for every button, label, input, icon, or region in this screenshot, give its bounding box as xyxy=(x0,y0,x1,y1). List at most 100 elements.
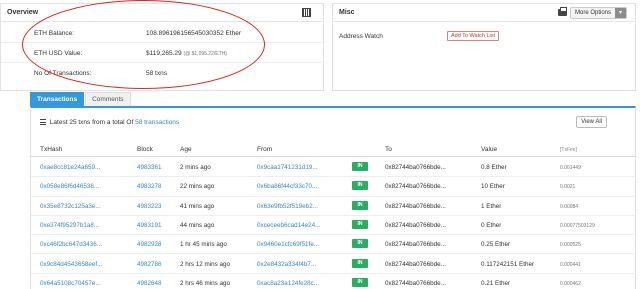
eth-usd-label: ETH USD Value: xyxy=(34,49,83,57)
direction-badge: IN xyxy=(352,200,368,210)
direction-badge: IN xyxy=(352,181,368,191)
age-cell: 2 hrs 46 mins ago xyxy=(180,279,231,287)
table-header: TxHash Block Age From To Value [TxFee] xyxy=(31,141,635,157)
col-txhash: TxHash xyxy=(40,146,63,153)
view-all-button[interactable]: View All xyxy=(576,116,607,128)
table-row: 0xae8cc81e24a659... 4983361 2 mins ago 0x9c… xyxy=(31,158,635,178)
eth-usd-rate: (@ $1,095.22/ETH) xyxy=(183,50,227,57)
txhash-link[interactable]: 0x64a5108c70457e... xyxy=(40,280,101,287)
age-cell: 44 mins ago xyxy=(180,221,215,229)
age-cell: 41 mins ago xyxy=(180,202,215,210)
txfee-cell: 0.000441 xyxy=(560,261,581,268)
value-cell: 0.117242151 Ether xyxy=(481,260,535,268)
block-link[interactable]: 4982928 xyxy=(137,241,162,248)
block-link[interactable]: 4983278 xyxy=(137,183,162,190)
direction-badge: IN xyxy=(352,277,368,287)
tx-count-row: No Of Transactions: 58 txns xyxy=(1,64,323,83)
from-address-link[interactable]: 0x9460e1cfc69f51fe... xyxy=(257,241,319,248)
table-row: 0xe374f95297b1a8... 4983191 44 mins ago 0xc… xyxy=(31,216,635,236)
from-address-link[interactable]: 0xceceeb6cad14e24... xyxy=(257,222,320,229)
txhash-link[interactable]: 0xe374f95297b1a8... xyxy=(40,222,99,229)
overview-panel: Overview ETH Balance: 108.89619615654503… xyxy=(0,3,324,91)
transactions-panel: Latest 25 txns from a total Of 58 transa… xyxy=(30,106,636,289)
to-address-cell: 0x82744ba0766bde... xyxy=(385,202,446,210)
from-address-link[interactable]: 0x9caa1741231d19... xyxy=(257,164,318,171)
block-link[interactable]: 4982648 xyxy=(137,280,162,287)
txhash-link[interactable]: 0xc46f2bc647d3436... xyxy=(40,241,102,248)
from-address-link[interactable]: 0x6ba86f44cf33c70... xyxy=(257,183,317,190)
value-cell: 10 Ether xyxy=(481,183,505,191)
address-watch-row: Address Watch Add To Watch List xyxy=(333,28,635,44)
misc-title: Misc xyxy=(339,9,355,16)
total-transactions-link[interactable]: 58 transactions xyxy=(135,119,179,126)
direction-badge: IN xyxy=(352,239,368,249)
summary-prefix: Latest 25 txns from a total Of xyxy=(49,119,134,126)
col-from: From xyxy=(257,146,273,153)
txfee-cell: 0.0021 xyxy=(560,184,576,191)
address-watch-label: Address Watch xyxy=(339,32,383,40)
block-link[interactable]: 4983223 xyxy=(137,203,162,210)
col-txfee: [TxFee] xyxy=(560,147,577,153)
chevron-down-icon: ▾ xyxy=(615,8,626,18)
age-cell: 22 mins ago xyxy=(180,183,215,191)
direction-badge: IN xyxy=(352,162,368,171)
to-address-cell: 0x82744ba0766bde... xyxy=(385,183,446,191)
tx-count-value: 58 txns xyxy=(146,70,167,77)
age-cell: 2 mins ago xyxy=(180,164,211,171)
overview-title: Overview xyxy=(7,9,39,16)
eth-balance-value: 108.896196156545030352 Ether xyxy=(146,29,242,37)
tab-bar: Transactions Comments xyxy=(30,92,132,106)
tab-transactions[interactable]: Transactions xyxy=(30,92,85,106)
txhash-link[interactable]: 0xae8cc81e24a659... xyxy=(40,164,100,171)
txfee-cell: 0.000462 xyxy=(560,280,581,287)
block-link[interactable]: 4983361 xyxy=(137,164,162,171)
from-address-link[interactable]: 0xac8a23a124fe28c... xyxy=(257,280,319,287)
txhash-link[interactable]: 0x9c84d4543658eef... xyxy=(40,261,102,268)
from-address-link[interactable]: 0x2e8432a334f4b7... xyxy=(257,261,316,268)
table-row: 0x35e8732c125a3e... 4983223 41 mins ago 0x6… xyxy=(31,197,635,216)
value-cell: 1 Ether xyxy=(481,202,502,210)
to-address-cell: 0x82744ba0766bde... xyxy=(385,164,446,171)
eth-usd-amount: $119,265.29 xyxy=(146,49,182,57)
transactions-summary: Latest 25 txns from a total Of 58 transa… xyxy=(40,119,179,126)
eth-balance-label: ETH Balance: xyxy=(34,29,75,37)
eth-usd-value: $119,265.29 (@ $1,095.22/ETH) xyxy=(146,50,227,57)
col-age: Age xyxy=(180,146,192,153)
tab-comments[interactable]: Comments xyxy=(85,92,131,106)
txhash-link[interactable]: 0x058e86f6d46538... xyxy=(40,183,99,190)
to-address-cell: 0x82744ba0766bde... xyxy=(385,241,446,249)
table-row: 0x64a5108c70457e... 4982648 2 hrs 46 mins … xyxy=(31,274,635,289)
col-block: Block xyxy=(137,146,153,153)
more-options-label: More Options xyxy=(570,8,615,18)
eth-balance-row: ETH Balance: 108.896196156545030352 Ethe… xyxy=(1,24,323,43)
tx-count-label: No Of Transactions: xyxy=(34,70,92,77)
col-value: Value xyxy=(481,146,498,153)
value-cell: 0.8 Ether xyxy=(481,164,507,171)
add-to-watch-list-button[interactable]: Add To Watch List xyxy=(447,31,500,41)
txfee-cell: 0.001449 xyxy=(560,165,581,171)
col-to: To xyxy=(385,146,392,153)
direction-badge: IN xyxy=(352,219,368,229)
to-address-cell: 0x82744ba0766bde... xyxy=(385,221,446,229)
table-row: 0xc46f2bc647d3436... 4982928 1 hr 45 mins … xyxy=(31,235,635,255)
overview-header: Overview xyxy=(1,4,323,22)
table-row: 0x058e86f6d46538... 4983278 22 mins ago 0x6… xyxy=(31,177,635,197)
value-cell: 0.25 Ether xyxy=(481,241,511,249)
block-link[interactable]: 4982786 xyxy=(137,261,162,268)
block-link[interactable]: 4983191 xyxy=(137,222,162,229)
txhash-link[interactable]: 0x35e8732c125a3e... xyxy=(40,203,101,210)
list-icon xyxy=(40,119,46,125)
age-cell: 1 hr 45 mins ago xyxy=(180,241,227,249)
from-address-link[interactable]: 0x63e9fb52f519eb2... xyxy=(257,203,318,210)
misc-panel: Misc More Options ▾ Address Watch Add To… xyxy=(332,3,636,91)
to-address-cell: 0x82744ba0766bde... xyxy=(385,260,446,268)
qr-code-icon[interactable] xyxy=(302,8,311,17)
age-cell: 2 hrs 12 mins ago xyxy=(180,260,231,268)
value-cell: 0 Ether xyxy=(481,221,502,229)
txfee-cell: 0.00084 xyxy=(560,203,579,210)
txfee-cell: 0.00077503129 xyxy=(560,222,595,229)
eth-usd-row: ETH USD Value: $119,265.29 (@ $1,095.22/… xyxy=(1,44,323,63)
more-options-button[interactable]: More Options ▾ xyxy=(569,7,627,19)
direction-badge: IN xyxy=(352,258,368,268)
print-icon[interactable] xyxy=(558,7,567,16)
